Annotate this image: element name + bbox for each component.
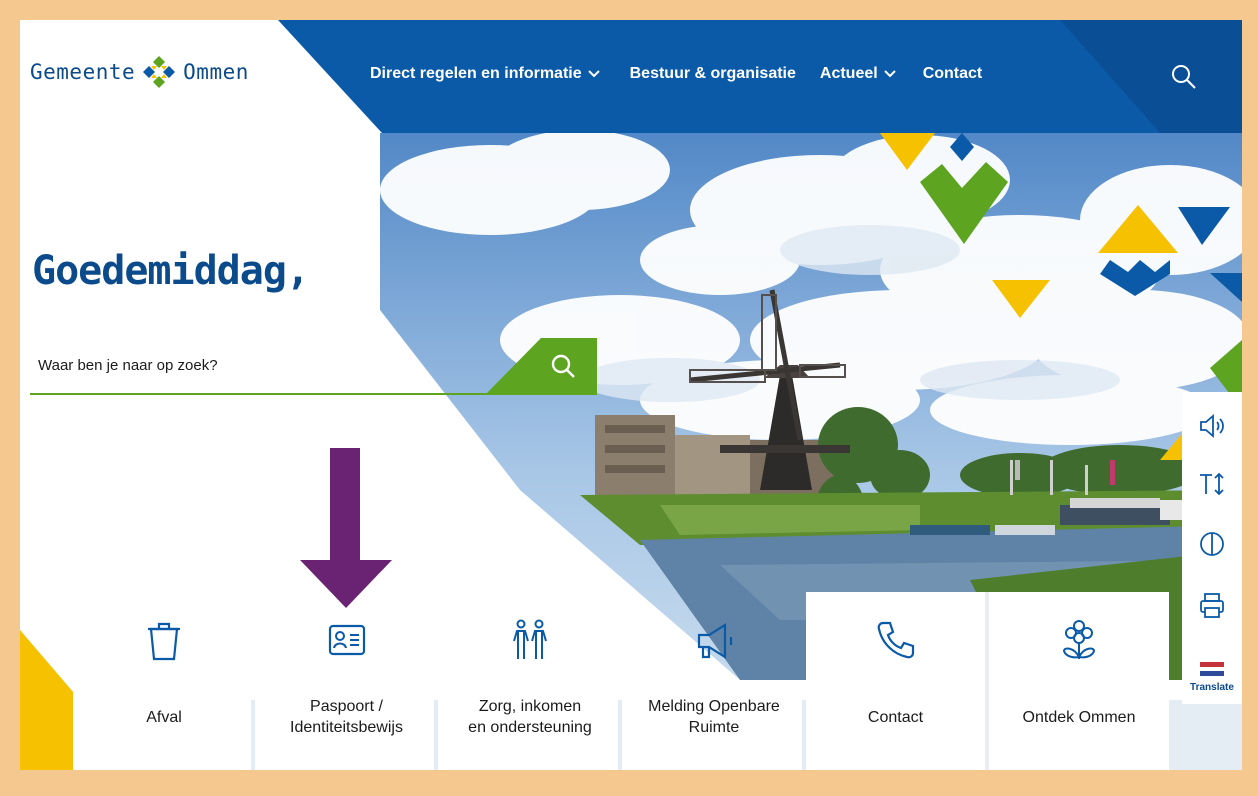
tile-label: Afval (146, 708, 182, 726)
nav-label: Contact (922, 65, 983, 82)
logo-text-left: Gemeente (30, 60, 136, 84)
print-icon[interactable] (1196, 590, 1228, 622)
main-nav: Direct regelen en informatie Bestuur & o… (370, 65, 982, 83)
browser-frame: Gemeente Ommen Direct regelen en informa… (20, 20, 1242, 770)
chevron-down-icon (587, 70, 600, 78)
search-button[interactable] (485, 338, 597, 395)
search-bar (30, 338, 597, 395)
megaphone-icon (697, 623, 733, 659)
tile-melding[interactable]: Melding Openbare Ruimte (622, 592, 806, 770)
nav-item-direct-regelen[interactable]: Direct regelen en informatie (370, 65, 600, 83)
chevron-down-icon (883, 70, 896, 78)
accessibility-toolbar: Translate (1182, 392, 1242, 704)
tile-zorg[interactable]: Zorg, inkomen en ondersteuning (438, 592, 622, 770)
phone-icon (877, 621, 914, 659)
nav-item-actueel[interactable]: Actueel (820, 65, 896, 83)
translate-label[interactable]: Translate (1187, 682, 1237, 693)
pointer-arrow (300, 448, 392, 608)
id-card-icon (328, 624, 365, 656)
quick-links: Afval Paspoort / Identiteitsbewijs Zorg,… (73, 592, 1169, 770)
tile-paspoort[interactable]: Paspoort / Identiteitsbewijs (255, 592, 438, 770)
tile-afval[interactable]: Afval (73, 592, 255, 770)
tile-label: Zorg, inkomen en ondersteuning (468, 698, 592, 736)
nav-label: Direct regelen en informatie (370, 65, 582, 82)
tile-label: Melding Openbare Ruimte (648, 698, 780, 736)
tile-ontdek[interactable]: Ontdek Ommen (989, 592, 1169, 770)
site-logo[interactable]: Gemeente Ommen (30, 54, 249, 90)
search-input[interactable] (30, 338, 530, 395)
nav-item-contact[interactable]: Contact (923, 65, 983, 83)
logo-text-right: Ommen (183, 60, 249, 84)
search-icon[interactable] (1170, 63, 1198, 91)
greeting-heading: Goedemiddag, (32, 248, 310, 294)
text-size-icon[interactable] (1196, 468, 1228, 500)
trash-icon (148, 622, 180, 661)
people-icon (513, 619, 547, 659)
contrast-icon[interactable] (1196, 528, 1228, 560)
tile-contact[interactable]: Contact (806, 592, 989, 770)
flower-icon (1062, 620, 1096, 659)
speaker-icon[interactable] (1196, 410, 1228, 442)
tile-label: Ontdek Ommen (1022, 708, 1136, 726)
nav-item-bestuur[interactable]: Bestuur & organisatie (630, 65, 796, 83)
nav-label: Bestuur & organisatie (629, 65, 796, 82)
logo-mark-icon (143, 56, 176, 88)
dutch-flag-icon[interactable] (1200, 662, 1224, 676)
nav-label: Actueel (819, 65, 878, 82)
tile-label: Contact (867, 708, 924, 726)
tile-label: Paspoort / Identiteitsbewijs (290, 698, 403, 736)
